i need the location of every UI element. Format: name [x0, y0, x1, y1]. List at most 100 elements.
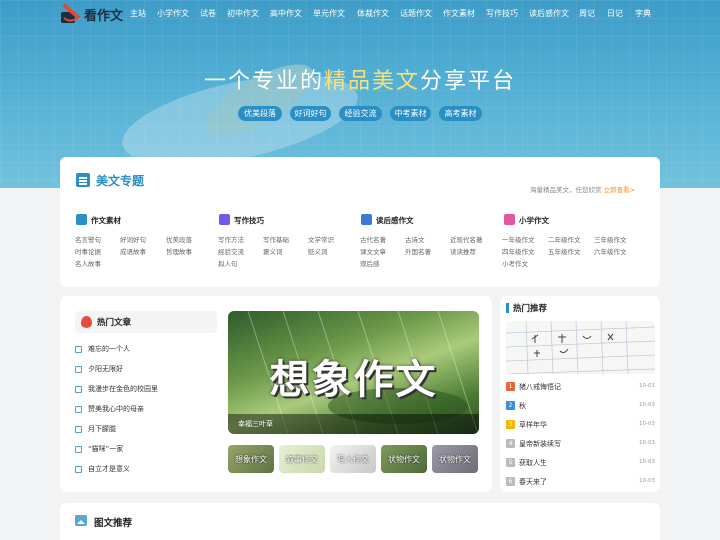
topic-link[interactable]: 优美段落 [166, 234, 192, 244]
topic-col-title[interactable]: 小学作文 [519, 215, 549, 226]
topics-title: 美文专题 [96, 174, 145, 188]
topic-link[interactable]: 贬义词 [308, 246, 328, 256]
topic-link[interactable]: 名言警句 [75, 234, 101, 244]
topic-link[interactable]: 写作基础 [263, 234, 289, 244]
nav-item-junior[interactable]: 初中作文 [227, 8, 259, 19]
topic-col-title[interactable]: 写作技巧 [234, 215, 264, 226]
article-title[interactable]: 赞美我心中的母亲 [88, 404, 144, 414]
nav-item-senior[interactable]: 高中作文 [270, 8, 302, 19]
list-item[interactable]: 我漫步在金色的校园里 [75, 384, 220, 396]
nav-item-material[interactable]: 作文素材 [443, 8, 475, 19]
site-logo[interactable]: 看作文 [60, 4, 126, 24]
article-title[interactable]: 难忘的一个人 [88, 344, 130, 354]
nav-item-unit[interactable]: 单元作文 [313, 8, 345, 19]
topics-card: 美文专题 海量精品美文，任您欣赏 立即查看> 作文素材 名言警句 好词好句 优美… [60, 157, 660, 287]
topic-link[interactable]: 小考作文 [502, 258, 528, 268]
list-item[interactable]: “猫咪”一家 [75, 444, 220, 456]
list-item[interactable]: 3 草样年华 10-03 [506, 420, 655, 432]
recommend-image[interactable] [506, 321, 655, 374]
hot-articles-title: 热门文章 [97, 318, 132, 328]
list-item[interactable]: 月下朦胧 [75, 424, 220, 436]
list-item[interactable]: 4 皇帝新装续写 10-03 [506, 439, 655, 451]
article-title[interactable]: “猫咪”一家 [88, 444, 123, 454]
topics-more-link[interactable]: 立即查看> [604, 186, 635, 194]
recommend-item-title[interactable]: 获取人生 [519, 458, 547, 468]
topic-link[interactable]: 褒义词 [263, 246, 283, 256]
topic-link[interactable]: 经验交流 [218, 246, 244, 256]
hot-articles-header: 热门文章 [75, 311, 217, 333]
list-item[interactable]: 1 猪八戒悔悟记 10-03 [506, 382, 655, 394]
topic-link[interactable]: 五年级作文 [548, 246, 581, 256]
list-item[interactable]: 5 获取人生 10-03 [506, 458, 655, 470]
hero-tag-gaokao[interactable]: 高考素材 [439, 106, 482, 121]
nav-item-skills[interactable]: 写作技巧 [486, 8, 518, 19]
list-item[interactable]: 2 秋 10-03 [506, 401, 655, 413]
nav-item-diary[interactable]: 日记 [607, 8, 623, 19]
topic-link[interactable]: 名人故事 [75, 258, 101, 268]
topic-link[interactable]: 六年级作文 [594, 246, 627, 256]
feature-caption[interactable]: 幸福三叶草 [238, 419, 273, 429]
nav-item-genre[interactable]: 体裁作文 [357, 8, 389, 19]
topic-link[interactable]: 外国名著 [405, 246, 431, 256]
topic-link[interactable]: 近现代名著 [450, 234, 483, 244]
nav-item-dictionary[interactable]: 字典 [635, 8, 651, 19]
thumb-object-2[interactable]: 状物作文 [432, 445, 478, 473]
topic-col-title[interactable]: 作文素材 [91, 215, 121, 226]
article-title[interactable]: 夕阳无限好 [88, 364, 123, 374]
nav-item-primary[interactable]: 小学作文 [157, 8, 189, 19]
nav-item-weekly[interactable]: 周记 [579, 8, 595, 19]
school-icon [504, 214, 515, 225]
list-item[interactable]: 夕阳无限好 [75, 364, 220, 376]
article-title[interactable]: 我漫步在金色的校园里 [88, 384, 158, 394]
pen-icon [219, 214, 230, 225]
article-title[interactable]: 自立才是意义 [88, 464, 130, 474]
recommend-item-title[interactable]: 秋 [519, 401, 526, 411]
topic-link[interactable]: 古代名著 [360, 234, 386, 244]
topic-link[interactable]: 二年级作文 [548, 234, 581, 244]
list-item[interactable]: 赞美我心中的母亲 [75, 404, 220, 416]
recommend-item-title[interactable]: 皇帝新装续写 [519, 439, 561, 449]
hero-tag-experience[interactable]: 经验交流 [339, 106, 382, 121]
hero-tag-zhongkao[interactable]: 中考素材 [390, 106, 431, 121]
topic-link[interactable]: 读读推荐 [450, 246, 476, 256]
nav-item-reading[interactable]: 读后感作文 [529, 8, 569, 19]
list-item[interactable]: 难忘的一个人 [75, 344, 220, 356]
topic-link[interactable]: 写作方法 [218, 234, 244, 244]
topic-link[interactable]: 一年级作文 [502, 234, 535, 244]
nav-item-home[interactable]: 主站 [130, 8, 146, 19]
thumb-narrative[interactable]: 叙事作文 [279, 445, 325, 473]
topic-link[interactable]: 哲理故事 [166, 246, 192, 256]
hero-tag-words[interactable]: 好词好句 [290, 106, 331, 121]
recommend-item-title[interactable]: 春天来了 [519, 477, 547, 487]
rank-badge: 4 [506, 439, 515, 448]
article-title[interactable]: 月下朦胧 [88, 424, 116, 434]
recommend-item-title[interactable]: 猪八戒悔悟记 [519, 382, 561, 392]
doc-icon [75, 346, 82, 353]
feature-banner[interactable]: 想象作文 幸福三叶草 [228, 311, 479, 434]
document-icon [76, 214, 87, 225]
topic-link[interactable]: 拟人句 [218, 258, 238, 268]
topic-link[interactable]: 四年级作文 [502, 246, 535, 256]
thumb-label: 写人作文 [337, 455, 369, 464]
topic-link[interactable]: 好词好句 [120, 234, 146, 244]
topic-link[interactable]: 成语故事 [120, 246, 146, 256]
image-icon [75, 515, 87, 526]
thumb-imagination[interactable]: 想象作文 [228, 445, 274, 473]
picture-recommend-card: 图文推荐 [60, 503, 660, 540]
nav-item-topic[interactable]: 话题作文 [400, 8, 432, 19]
thumb-people[interactable]: 写人作文 [330, 445, 376, 473]
topic-link[interactable]: 课文文章 [360, 246, 386, 256]
recommend-item-date: 10-03 [639, 459, 655, 465]
nav-item-exam[interactable]: 试卷 [200, 8, 216, 19]
topic-link[interactable]: 观后感 [360, 258, 380, 268]
topic-link[interactable]: 古诗文 [405, 234, 425, 244]
thumb-object[interactable]: 状物作文 [381, 445, 427, 473]
topic-link[interactable]: 三年级作文 [594, 234, 627, 244]
topic-link[interactable]: 文学常识 [308, 234, 334, 244]
hero-tag-paragraph[interactable]: 优美段落 [238, 106, 282, 121]
topic-col-title[interactable]: 读后感作文 [376, 215, 414, 226]
recommend-item-title[interactable]: 草样年华 [519, 420, 547, 430]
topic-link[interactable]: 时事论据 [75, 246, 101, 256]
list-item[interactable]: 6 春天来了 10-03 [506, 477, 655, 489]
list-item[interactable]: 自立才是意义 [75, 464, 220, 476]
